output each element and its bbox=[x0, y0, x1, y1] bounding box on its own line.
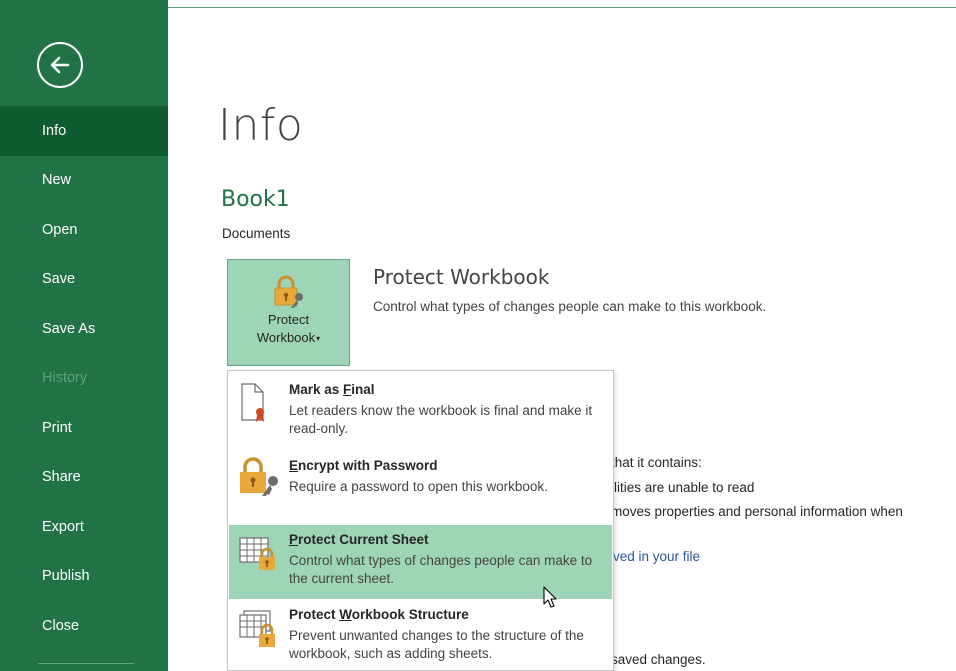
protect-section-description: Control what types of changes people can… bbox=[373, 299, 767, 314]
inspect-link[interactable]: ved in your file bbox=[613, 549, 700, 564]
back-arrow-icon bbox=[50, 56, 70, 74]
menu-item-description: Require a password to open this workbook… bbox=[289, 479, 548, 494]
protect-sheet-icon bbox=[239, 537, 275, 570]
menu-item-description: Control what types of changes people can… bbox=[289, 553, 593, 586]
nav-item-export[interactable]: Export bbox=[0, 502, 168, 552]
menu-item-mark-as-final[interactable]: Mark as Final Let readers know the workb… bbox=[229, 375, 612, 447]
document-name: Book1 bbox=[221, 187, 290, 212]
backstage-sidebar: Info New Open Save Save As History Print… bbox=[0, 0, 168, 671]
menu-item-title: Protect Workbook Structure bbox=[289, 607, 469, 622]
menu-item-description: Prevent unwanted changes to the structur… bbox=[289, 628, 584, 661]
page-title: Info bbox=[218, 100, 304, 151]
inspect-text-fragment: that it contains: bbox=[611, 455, 702, 470]
nav-item-save-as[interactable]: Save As bbox=[0, 304, 168, 354]
backstage-nav: Info New Open Save Save As History Print… bbox=[0, 106, 168, 651]
nav-item-share[interactable]: Share bbox=[0, 453, 168, 503]
protect-workbook-button[interactable]: Protect Workbook▾ bbox=[227, 259, 350, 366]
inspect-text-fragment: moves properties and personal informatio… bbox=[611, 504, 903, 519]
nav-item-new[interactable]: New bbox=[0, 156, 168, 206]
top-border bbox=[168, 7, 956, 8]
nav-item-publish[interactable]: Publish bbox=[0, 552, 168, 602]
inspect-text-fragment: ilities are unable to read bbox=[611, 480, 755, 495]
versions-text-fragment: saved changes. bbox=[611, 652, 706, 667]
document-location: Documents bbox=[222, 226, 291, 241]
protect-section-title: Protect Workbook bbox=[373, 265, 550, 289]
protect-structure-icon bbox=[239, 610, 275, 647]
protect-workbook-menu: Mark as Final Let readers know the workb… bbox=[227, 370, 614, 671]
nav-item-history: History bbox=[42, 370, 88, 387]
menu-item-description: Let readers know the workbook is final a… bbox=[289, 403, 593, 436]
menu-item-encrypt-with-password[interactable]: Encrypt with Password Require a password… bbox=[229, 451, 612, 511]
dropdown-caret-icon: ▾ bbox=[316, 333, 321, 343]
mark-as-final-icon bbox=[241, 383, 264, 422]
nav-item-print[interactable]: Print bbox=[0, 403, 168, 453]
nav-item-close[interactable]: Close bbox=[0, 601, 168, 651]
menu-item-protect-workbook-structure[interactable]: Protect Workbook Structure Prevent unwan… bbox=[229, 603, 612, 669]
nav-item-info[interactable]: Info bbox=[0, 106, 168, 156]
nav-item-open[interactable]: Open bbox=[0, 205, 168, 255]
lock-key-icon bbox=[274, 275, 303, 308]
back-button[interactable] bbox=[37, 42, 83, 88]
mouse-cursor-icon bbox=[543, 586, 557, 608]
menu-item-title: Encrypt with Password bbox=[289, 458, 438, 473]
sidebar-divider bbox=[38, 663, 134, 664]
nav-item-save[interactable]: Save bbox=[0, 255, 168, 305]
menu-item-title: Mark as Final bbox=[289, 382, 375, 397]
protect-workbook-label: Protect Workbook▾ bbox=[257, 311, 320, 348]
menu-item-title: Protect Current Sheet bbox=[289, 532, 429, 547]
encrypt-lock-icon bbox=[240, 457, 278, 496]
